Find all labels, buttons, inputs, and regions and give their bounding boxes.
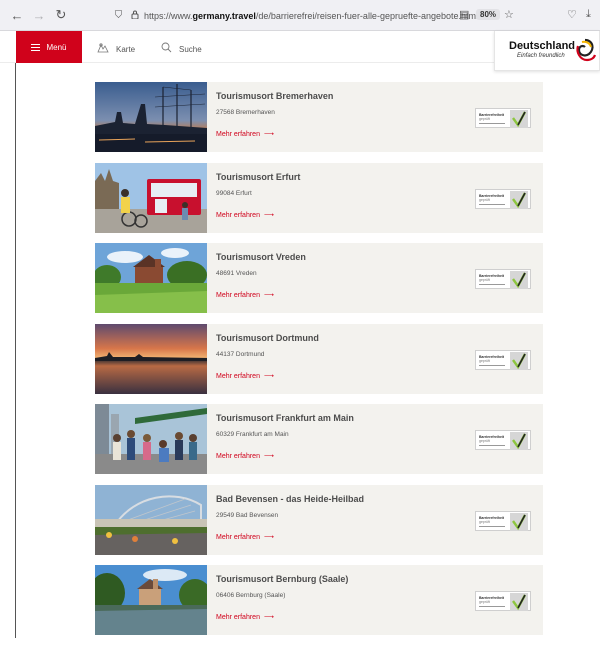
arrow-right-icon: ⟶: [263, 372, 275, 380]
hamburger-icon: [31, 42, 41, 53]
offer-thumbnail[interactable]: [95, 404, 207, 474]
offer-title[interactable]: Tourismusort Vreden: [216, 252, 306, 262]
checkmark-icon: [510, 271, 528, 289]
offer-address: 44137 Dortmund: [216, 350, 265, 358]
checkmark-icon: [510, 512, 528, 531]
arrow-right-icon: ⟶: [263, 614, 275, 621]
more-link[interactable]: Mehr erfahren ⟶: [216, 291, 274, 299]
offer-address: 06406 Bernburg (Saale): [216, 592, 286, 599]
offer-list: Tourismusort Bremerhaven 27568 Bremerhav…: [95, 82, 543, 646]
lock-icon[interactable]: [128, 10, 141, 22]
offer-thumbnail[interactable]: [95, 82, 207, 152]
checkmark-icon: [510, 593, 528, 611]
offer-title[interactable]: Tourismusort Erfurt: [216, 172, 300, 182]
offer-address: 60329 Frankfurt am Main: [216, 431, 289, 438]
more-link[interactable]: Mehr erfahren ⟶: [216, 613, 274, 621]
offer-address: 27568 Bremerhaven: [216, 109, 275, 116]
offer-address: 48691 Vreden: [216, 270, 257, 277]
reader-view-icon[interactable]: ▤: [459, 8, 469, 21]
offer-card[interactable]: Tourismusort Dortmund 44137 Dortmund Meh…: [95, 323, 543, 394]
arrow-right-icon: ⟶: [263, 292, 275, 299]
badge-subtitle: geprüft: [479, 197, 490, 202]
reload-icon[interactable]: ↻: [52, 7, 70, 23]
badge-subtitle: geprüft: [479, 117, 490, 122]
badge-subtitle: geprüft: [479, 358, 490, 363]
offer-title[interactable]: Tourismusort Frankfurt am Main: [216, 413, 354, 423]
offer-address: 29549 Bad Bevensen: [216, 511, 279, 519]
arrow-right-icon: ⟶: [263, 533, 275, 541]
offer-card[interactable]: Tourismusort Vreden 48691 Vreden Mehr er…: [95, 243, 543, 313]
offer-thumbnail[interactable]: [95, 323, 207, 394]
offer-thumbnail[interactable]: [95, 243, 207, 313]
search-label: Suche: [179, 44, 202, 54]
back-arrow-icon[interactable]: ←: [8, 8, 26, 23]
download-icon[interactable]: ⤓: [586, 8, 591, 21]
offer-thumbnail[interactable]: [95, 484, 207, 555]
checkmark-icon: [510, 351, 528, 370]
checkmark-icon: [510, 110, 528, 128]
page-edge-line: [15, 63, 16, 638]
checkmark-icon: [510, 190, 528, 209]
offer-card[interactable]: Tourismusort Bremerhaven 27568 Bremerhav…: [95, 82, 543, 152]
arrow-right-icon: ⟶: [263, 131, 275, 138]
offer-card[interactable]: Bad Bevensen - das Heide-Heilbad 29549 B…: [95, 484, 543, 555]
map-link[interactable]: Karte: [97, 42, 135, 56]
forward-arrow-icon[interactable]: →: [30, 8, 48, 23]
offer-title[interactable]: Tourismusort Bernburg (Saale): [216, 574, 348, 584]
zoom-level[interactable]: 80%: [476, 9, 501, 20]
map-icon: [97, 42, 109, 56]
arrow-right-icon: ⟶: [263, 453, 275, 460]
browser-toolbar: ← → ↻ ⛉ https://www.germany.travel/de/ba…: [0, 0, 600, 31]
offer-address: 99084 Erfurt: [216, 189, 252, 197]
checkmark-icon: [510, 432, 528, 450]
search-link[interactable]: Suche: [161, 42, 202, 56]
accessibility-badge: Barrierefreiheit geprüft: [475, 269, 531, 289]
more-link[interactable]: Mehr erfahren ⟶: [216, 130, 274, 138]
offer-card[interactable]: Tourismusort Frankfurt am Main 60329 Fra…: [95, 404, 543, 474]
offer-title[interactable]: Tourismusort Bremerhaven: [216, 91, 333, 101]
offer-title[interactable]: Tourismusort Dortmund: [216, 333, 319, 343]
badge-subtitle: geprüft: [479, 519, 490, 524]
accessibility-badge: Barrierefreiheit geprüft: [475, 430, 531, 450]
offer-title[interactable]: Bad Bevensen - das Heide-Heilbad: [216, 494, 364, 504]
brand-swirl-icon: [576, 38, 597, 62]
more-link[interactable]: Mehr erfahren ⟶: [216, 452, 274, 460]
more-link[interactable]: Mehr erfahren ⟶: [216, 372, 274, 380]
menu-label: Menü: [46, 42, 67, 52]
brand-name: Deutschland: [509, 40, 576, 52]
offer-card[interactable]: Tourismusort Bernburg (Saale) 06406 Bern…: [95, 565, 543, 635]
more-link[interactable]: Mehr erfahren ⟶: [216, 211, 274, 219]
badge-subtitle: geprüft: [479, 278, 490, 283]
badge-subtitle: geprüft: [479, 600, 490, 605]
offer-thumbnail[interactable]: [95, 565, 207, 635]
map-label: Karte: [116, 44, 136, 54]
arrow-right-icon: ⟶: [263, 211, 275, 219]
accessibility-badge: Barrierefreiheit geprüft: [475, 349, 531, 370]
accessibility-badge: Barrierefreiheit geprüft: [475, 510, 531, 531]
offer-thumbnail[interactable]: [95, 162, 207, 233]
shield-icon[interactable]: ⛉: [112, 10, 125, 21]
brand-logo-box[interactable]: Deutschland Einfach freundlich: [494, 31, 600, 71]
accessibility-badge: Barrierefreiheit geprüft: [475, 108, 531, 128]
offer-card[interactable]: Tourismusort Erfurt 99084 Erfurt Mehr er…: [95, 162, 543, 233]
url-text: https://www.germany.travel/de/barrierefr…: [144, 10, 479, 21]
menu-button[interactable]: Menü: [16, 31, 82, 63]
accessibility-badge: Barrierefreiheit geprüft: [475, 591, 531, 611]
pocket-icon[interactable]: ♡: [567, 8, 577, 21]
brand-tagline: Einfach freundlich: [517, 53, 565, 59]
bookmark-star-icon[interactable]: ☆: [504, 8, 514, 21]
more-link[interactable]: Mehr erfahren ⟶: [216, 533, 274, 541]
badge-subtitle: geprüft: [479, 439, 490, 444]
search-icon: [161, 42, 172, 56]
accessibility-badge: Barrierefreiheit geprüft: [475, 188, 531, 209]
